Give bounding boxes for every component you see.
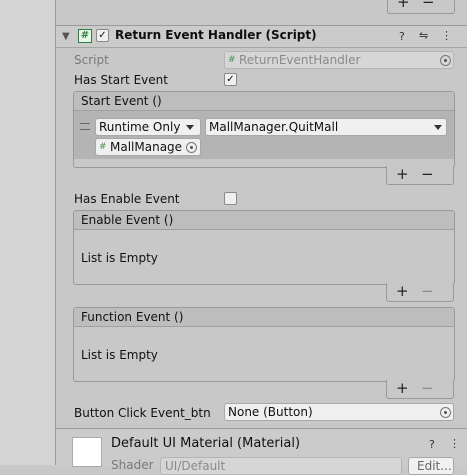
script-field-value: ReturnEventHandler	[239, 53, 361, 67]
function-event-header: Function Event ()	[74, 308, 454, 327]
enable-event-empty-text: List is Empty	[81, 251, 158, 265]
shader-label: Shader	[111, 458, 154, 472]
function-event-empty-text: List is Empty	[81, 348, 158, 362]
prev-add-button[interactable]: +	[397, 0, 410, 10]
fold-arrow-icon[interactable]: ▼	[62, 31, 70, 42]
script-icon: #	[78, 29, 92, 43]
material-thumbnail	[72, 437, 102, 467]
enable-event-remove-button[interactable]: −	[421, 284, 434, 299]
object-picker-icon	[440, 55, 451, 66]
start-event-header: Start Event ()	[74, 92, 454, 111]
enable-event-add-button[interactable]: +	[396, 284, 409, 299]
context-menu-icon[interactable]: ⋮	[449, 437, 460, 450]
help-icon[interactable]: ?	[399, 30, 405, 43]
shader-value: UI/Default	[165, 459, 226, 473]
chevron-down-icon	[186, 125, 194, 130]
shader-edit-button[interactable]: Edit...	[408, 457, 454, 475]
script-field: # ReturnEventHandler	[224, 51, 454, 69]
shader-edit-label: Edit...	[417, 459, 452, 473]
function-dropdown-value: MallManager.QuitMall	[209, 120, 339, 134]
function-event-remove-button[interactable]: −	[421, 381, 434, 396]
help-icon[interactable]: ?	[429, 438, 435, 451]
target-object-icon: #	[99, 142, 107, 152]
has-enable-event-checkbox[interactable]	[224, 192, 237, 205]
object-picker-icon[interactable]	[186, 142, 197, 153]
enable-event-title: Enable Event ()	[81, 213, 174, 227]
button-click-event-field[interactable]: None (Button)	[224, 403, 454, 421]
enable-event-panel: Enable Event () List is Empty	[73, 210, 455, 285]
function-event-add-button[interactable]: +	[396, 381, 409, 396]
script-field-icon: #	[228, 55, 236, 65]
button-click-event-label: Button Click Event_btn	[74, 406, 211, 420]
function-event-panel: Function Event () List is Empty	[73, 307, 455, 382]
button-click-event-value: None (Button)	[228, 405, 313, 419]
start-event-remove-button[interactable]: −	[421, 167, 434, 182]
target-object-value: MallManage	[110, 140, 183, 154]
context-menu-icon[interactable]: ⋮	[441, 29, 452, 42]
has-start-event-label: Has Start Event	[74, 73, 168, 87]
function-event-title: Function Event ()	[81, 310, 184, 324]
component-title: Return Event Handler (Script)	[115, 28, 317, 42]
prev-remove-button[interactable]: −	[422, 0, 435, 10]
material-title: Default UI Material (Material)	[111, 436, 301, 451]
enable-event-header: Enable Event ()	[74, 211, 454, 230]
start-event-panel: Start Event () Runtime Only MallManager.…	[73, 91, 455, 168]
presets-icon[interactable]: ⇋	[419, 29, 428, 42]
object-picker-icon[interactable]	[440, 407, 451, 418]
has-enable-event-label: Has Enable Event	[74, 192, 180, 206]
has-start-event-checkbox[interactable]: ✓	[224, 73, 237, 86]
inspector-gutter	[0, 0, 56, 465]
chevron-down-icon	[434, 125, 442, 130]
runtime-dropdown-value: Runtime Only	[99, 120, 181, 134]
start-event-add-button[interactable]: +	[396, 167, 409, 182]
shader-dropdown[interactable]: UI/Default	[160, 457, 402, 475]
function-dropdown[interactable]: MallManager.QuitMall	[205, 118, 447, 136]
start-event-title: Start Event ()	[81, 94, 162, 108]
script-label: Script	[74, 53, 109, 67]
runtime-dropdown[interactable]: Runtime Only	[95, 118, 201, 136]
drag-handle-icon[interactable]	[80, 123, 90, 130]
target-object-field[interactable]: # MallManage	[95, 138, 201, 156]
component-enabled-checkbox[interactable]: ✓	[96, 29, 109, 42]
